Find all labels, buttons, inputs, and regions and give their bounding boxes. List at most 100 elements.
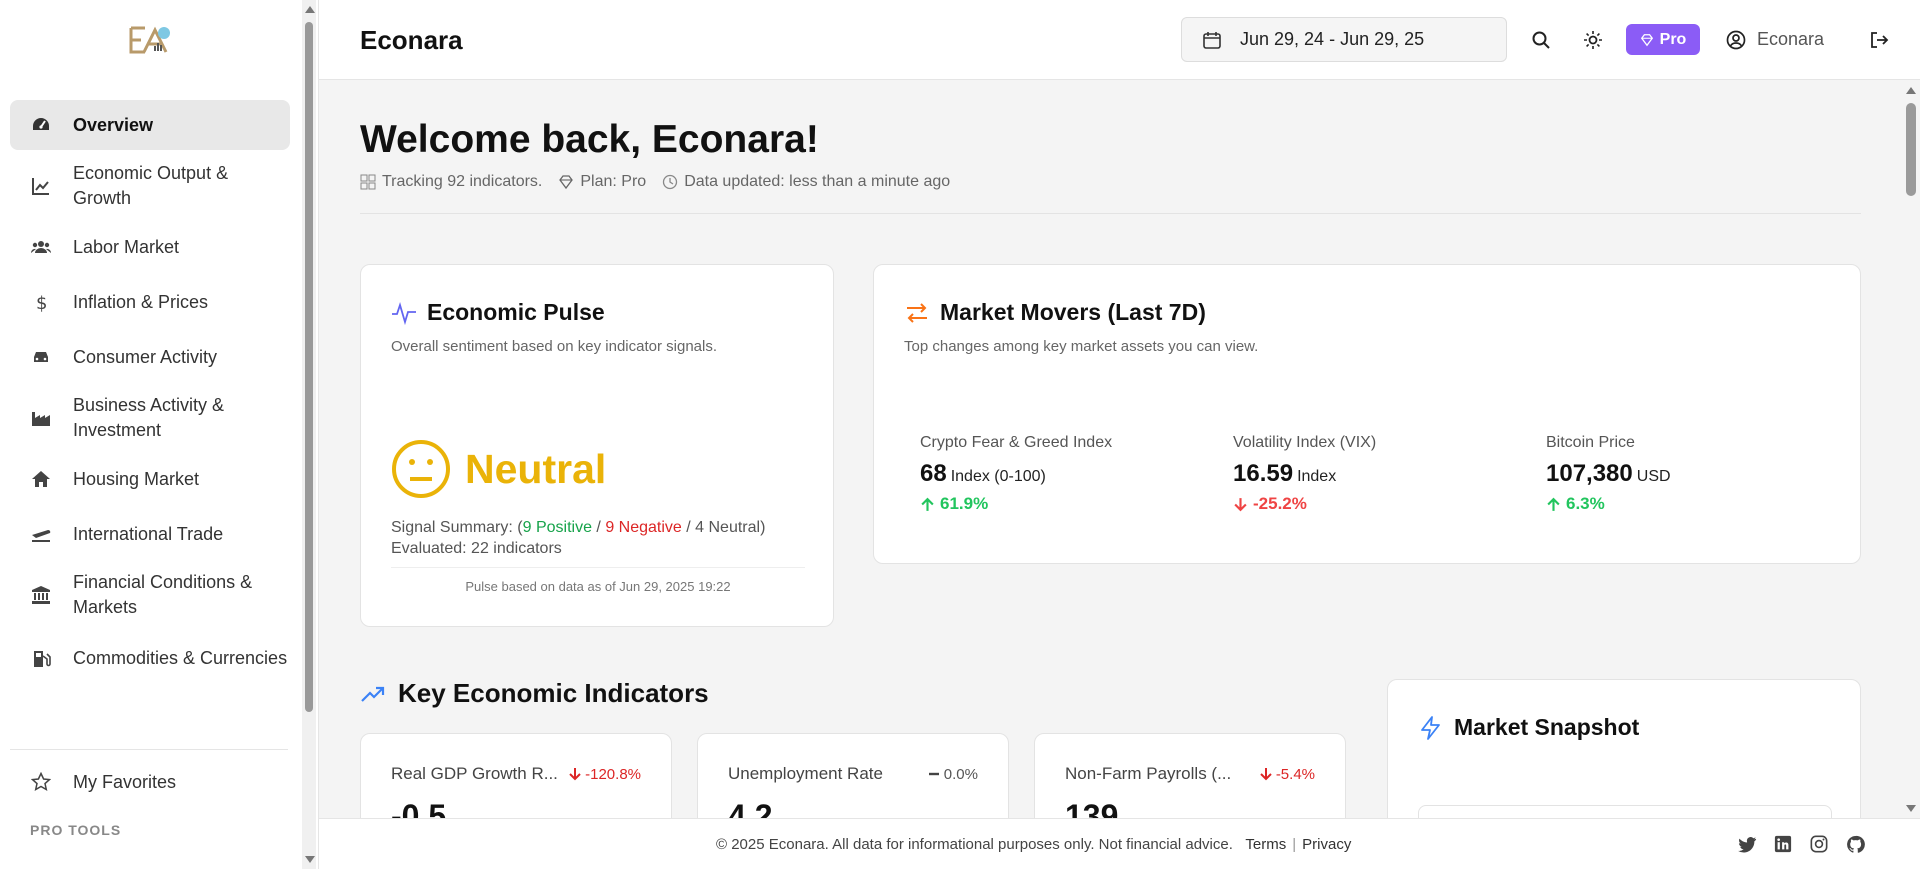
arrow-down-icon bbox=[569, 768, 581, 781]
footer-divider: | bbox=[1292, 836, 1297, 853]
snapshot-title: Market Snapshot bbox=[1418, 714, 1830, 741]
plan-text: Plan: Pro bbox=[580, 173, 647, 190]
sidebar-scrollbar[interactable] bbox=[302, 0, 316, 869]
indicator-value: 4.2 bbox=[728, 798, 773, 818]
updated-info: Data updated: less than a minute ago bbox=[662, 173, 950, 191]
user-name[interactable]: Econara bbox=[1757, 29, 1824, 50]
arrow-down-icon bbox=[1234, 497, 1247, 511]
sidebar-item-overview[interactable]: Overview bbox=[10, 100, 290, 150]
lightning-icon bbox=[1421, 715, 1440, 740]
mover-item[interactable]: Volatility Index (VIX) 16.59 Index -25.2% bbox=[1233, 434, 1376, 514]
scroll-down-arrow-icon[interactable] bbox=[305, 856, 315, 863]
indicator-change: 0.0% bbox=[927, 766, 978, 783]
indicator-card-payrolls[interactable]: Non-Farm Payrolls (... -5.4% 139 bbox=[1034, 733, 1346, 818]
top-header: Econara Jun 29, 24 - Jun 29, 25 Pro Econ… bbox=[319, 0, 1920, 80]
mover-value: 16.59 bbox=[1233, 460, 1294, 487]
indicator-value: 139 bbox=[1065, 798, 1119, 818]
arrow-down-icon bbox=[1260, 768, 1272, 781]
arrow-up-icon bbox=[1547, 497, 1560, 511]
summary-sep: / bbox=[681, 519, 696, 536]
search-icon[interactable] bbox=[1529, 28, 1553, 52]
mover-value: 107,380 bbox=[1546, 460, 1633, 487]
scroll-up-arrow-icon[interactable] bbox=[1906, 87, 1916, 94]
sidebar-item-inflation[interactable]: $ Inflation & Prices bbox=[10, 277, 290, 327]
star-icon bbox=[30, 771, 52, 793]
indicator-value: -0.5 bbox=[391, 798, 447, 818]
sidebar-item-consumer-activity[interactable]: Consumer Activity bbox=[10, 332, 290, 382]
main-scroll-thumb[interactable] bbox=[1906, 103, 1916, 196]
factory-icon bbox=[30, 407, 52, 429]
calendar-icon bbox=[1203, 31, 1221, 49]
swap-arrows-icon bbox=[907, 302, 927, 323]
gem-icon bbox=[559, 175, 574, 190]
sentiment-label: Neutral bbox=[465, 445, 607, 492]
pulse-title: Economic Pulse bbox=[391, 299, 803, 326]
sidebar-item-labor-market[interactable]: Labor Market bbox=[10, 222, 290, 272]
sidebar-item-label: Commodities & Currencies bbox=[73, 648, 288, 668]
user-avatar-icon[interactable] bbox=[1724, 28, 1748, 52]
sidebar-item-business-activity[interactable]: Business Activity & Investment bbox=[10, 387, 290, 449]
sidebar-scroll-thumb[interactable] bbox=[305, 22, 313, 712]
scroll-up-arrow-icon[interactable] bbox=[305, 6, 315, 13]
market-movers-card: Market Movers (Last 7D) Top changes amon… bbox=[873, 264, 1861, 564]
main-scrollbar[interactable] bbox=[1902, 81, 1920, 818]
privacy-link[interactable]: Privacy bbox=[1302, 836, 1351, 853]
terms-link[interactable]: Terms bbox=[1245, 836, 1286, 853]
mover-unit: Index (0-100) bbox=[950, 468, 1046, 485]
mover-item[interactable]: Crypto Fear & Greed Index 68 Index (0-100… bbox=[920, 434, 1112, 514]
mover-change-value: -25.2% bbox=[1253, 494, 1307, 513]
theme-toggle-sun-icon[interactable] bbox=[1581, 28, 1605, 52]
movers-subtitle: Top changes among key market assets you … bbox=[904, 338, 1259, 355]
mover-item[interactable]: Bitcoin Price 107,380 USD 6.3% bbox=[1546, 434, 1671, 514]
svg-text:$: $ bbox=[36, 293, 47, 312]
pro-tools-heading: PRO TOOLS bbox=[30, 822, 122, 838]
pro-plan-badge[interactable]: Pro bbox=[1626, 24, 1700, 55]
snapshot-panel bbox=[1418, 805, 1832, 818]
mover-change: 6.3% bbox=[1546, 494, 1671, 514]
sidebar-item-label: Consumer Activity bbox=[73, 346, 218, 367]
indicator-change-value: -120.8% bbox=[585, 765, 641, 783]
main-content: Welcome back, Econara! Tracking 92 indic… bbox=[319, 81, 1902, 818]
economic-pulse-card: Economic Pulse Overall sentiment based o… bbox=[360, 264, 834, 627]
copyright-text: © 2025 Econara. All data for information… bbox=[716, 836, 1233, 853]
users-icon bbox=[30, 236, 52, 258]
indicator-label: Real GDP Growth R... bbox=[391, 764, 558, 783]
github-icon[interactable] bbox=[1845, 834, 1865, 854]
page-title: Welcome back, Econara! bbox=[360, 118, 819, 161]
mover-change: -25.2% bbox=[1233, 494, 1376, 514]
sidebar-item-financial-conditions[interactable]: Financial Conditions & Markets bbox=[10, 564, 290, 626]
sidebar-item-housing[interactable]: Housing Market bbox=[10, 454, 290, 504]
section-divider bbox=[360, 213, 1861, 214]
indicator-card-unemployment[interactable]: Unemployment Rate 0.0% 4.2 bbox=[697, 733, 1009, 818]
tracking-info: Tracking 92 indicators. bbox=[360, 173, 542, 191]
sidebar-item-international-trade[interactable]: International Trade bbox=[10, 509, 290, 559]
logout-icon[interactable] bbox=[1867, 28, 1891, 52]
econara-logo[interactable] bbox=[128, 24, 172, 56]
pulse-subtitle: Overall sentiment based on key indicator… bbox=[391, 338, 718, 355]
grid-icon bbox=[360, 174, 376, 190]
pulse-footnote: Pulse based on data as of Jun 29, 2025 1… bbox=[465, 579, 731, 594]
sidebar-item-economic-output[interactable]: Economic Output & Growth bbox=[10, 155, 290, 217]
sidebar-item-commodities[interactable]: Commodities & Currencies bbox=[10, 631, 290, 686]
mover-label: Volatility Index (VIX) bbox=[1233, 434, 1377, 451]
linkedin-icon[interactable] bbox=[1773, 834, 1793, 854]
gem-icon bbox=[1640, 33, 1653, 46]
sidebar-item-label: Inflation & Prices bbox=[73, 291, 209, 312]
updated-text: Data updated: less than a minute ago bbox=[684, 173, 951, 190]
instagram-icon[interactable] bbox=[1809, 834, 1829, 854]
sidebar-item-favorites[interactable]: My Favorites bbox=[10, 757, 290, 807]
indicator-change-value: 0.0% bbox=[943, 765, 978, 783]
sidebar-item-label: Business Activity & Investment bbox=[73, 395, 225, 440]
scroll-down-arrow-icon[interactable] bbox=[1906, 805, 1916, 812]
mover-label: Bitcoin Price bbox=[1546, 434, 1635, 451]
indicator-card-gdp[interactable]: Real GDP Growth R... -120.8% -0.5 bbox=[360, 733, 672, 818]
twitter-icon[interactable] bbox=[1737, 834, 1757, 854]
signal-summary: Signal Summary: (9 Positive / 9 Negative… bbox=[391, 517, 765, 559]
summary-sep: / bbox=[591, 519, 606, 536]
plan-info: Plan: Pro bbox=[558, 173, 646, 191]
date-range-picker[interactable]: Jun 29, 24 - Jun 29, 25 bbox=[1181, 17, 1507, 62]
key-indicators-heading: Key Economic Indicators bbox=[360, 678, 709, 709]
sidebar-nav: Overview Economic Output & Growth Labor … bbox=[10, 100, 290, 691]
indicator-change-value: -5.4% bbox=[1275, 765, 1315, 783]
sidebar-item-label: International Trade bbox=[73, 523, 224, 544]
